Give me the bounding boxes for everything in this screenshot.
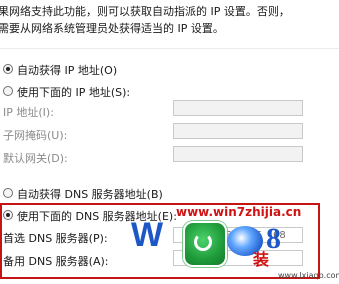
- radio-manual-ip[interactable]: [3, 86, 13, 96]
- label-alternate-dns: 备用 DNS 服务器(A):: [3, 255, 109, 268]
- radio-auto-ip[interactable]: [3, 64, 13, 74]
- windows-w-logo: W: [131, 216, 163, 254]
- intro-line-2: 需要从网络系统管理员处获得适当的 IP 设置。: [0, 22, 224, 35]
- subnet-mask-field[interactable]: [173, 123, 303, 139]
- label-auto-ip[interactable]: 自动获得 IP 地址(O): [17, 62, 117, 78]
- watermark-url: www.win7zhijia.cn: [176, 205, 302, 219]
- label-preferred-dns: 首选 DNS 服务器(P):: [3, 232, 108, 245]
- label-auto-dns[interactable]: 自动获得 DNS 服务器地址(B): [17, 186, 163, 202]
- power-logo-icon: [183, 221, 227, 267]
- default-gateway-field[interactable]: [173, 146, 303, 162]
- label-ip-address: IP 地址(I):: [3, 106, 54, 119]
- ip-address-field[interactable]: [173, 100, 303, 116]
- label-subnet-mask: 子网掩码(U):: [3, 129, 68, 142]
- radio-manual-dns[interactable]: [3, 210, 13, 220]
- watermark-site-small: www.lxiaqb.com: [278, 271, 339, 280]
- label-manual-ip[interactable]: 使用下面的 IP 地址(S):: [17, 84, 130, 100]
- intro-line-1: 果网络支持此功能，则可以获取自动指派的 IP 设置。否则，: [0, 5, 290, 18]
- watermark-brand-cn: 装: [253, 250, 270, 269]
- divider-top: [0, 48, 339, 49]
- radio-auto-dns[interactable]: [3, 188, 13, 198]
- label-default-gateway: 默认网关(D):: [3, 152, 68, 165]
